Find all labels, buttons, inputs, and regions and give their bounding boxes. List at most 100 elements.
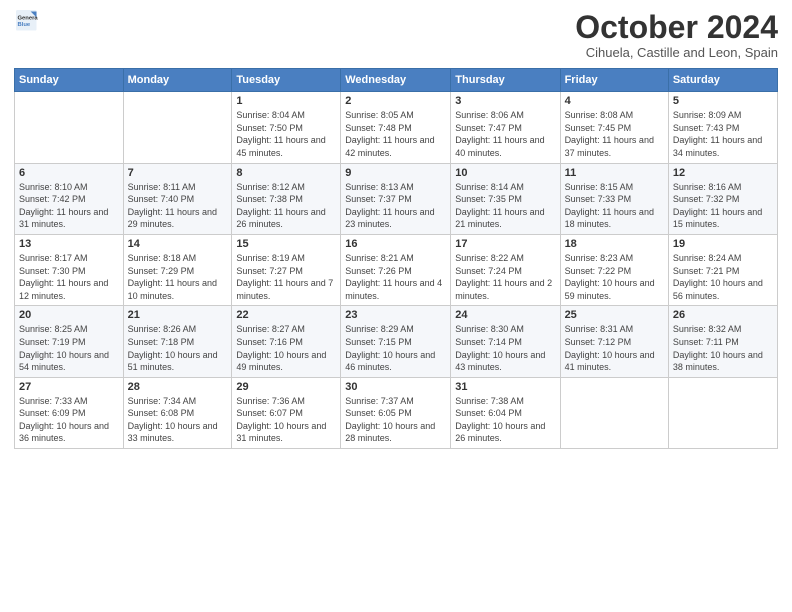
day-info: Sunrise: 8:11 AMSunset: 7:40 PMDaylight:… [128,181,228,231]
day-info: Sunrise: 8:09 AMSunset: 7:43 PMDaylight:… [673,109,773,159]
day-info: Sunrise: 8:29 AMSunset: 7:15 PMDaylight:… [345,323,446,373]
day-number: 27 [19,381,119,393]
calendar-cell: 30 Sunrise: 7:37 AMSunset: 6:05 PMDayligh… [341,377,451,448]
day-info: Sunrise: 8:25 AMSunset: 7:19 PMDaylight:… [19,323,119,373]
day-number: 12 [673,167,773,179]
day-number: 22 [236,309,336,321]
day-number: 31 [455,381,555,393]
day-number: 23 [345,309,446,321]
day-number: 10 [455,167,555,179]
weekday-header-saturday: Saturday [668,69,777,92]
weekday-header-tuesday: Tuesday [232,69,341,92]
day-number: 7 [128,167,228,179]
day-number: 28 [128,381,228,393]
weekday-header-thursday: Thursday [451,69,560,92]
calendar-cell [668,377,777,448]
day-info: Sunrise: 8:05 AMSunset: 7:48 PMDaylight:… [345,109,446,159]
location-subtitle: Cihuela, Castille and Leon, Spain [575,45,778,60]
day-info: Sunrise: 8:12 AMSunset: 7:38 PMDaylight:… [236,181,336,231]
svg-text:General: General [17,16,38,22]
calendar-cell: 22Sunrise: 8:27 AMSunset: 7:16 PMDayligh… [232,306,341,377]
day-info: Sunrise: 8:30 AMSunset: 7:14 PMDaylight:… [455,323,555,373]
day-info: Sunrise: 8:10 AMSunset: 7:42 PMDaylight:… [19,181,119,231]
day-info: Sunrise: 8:24 AMSunset: 7:21 PMDaylight:… [673,252,773,302]
day-info: Sunrise: 8:14 AMSunset: 7:35 PMDaylight:… [455,181,555,231]
calendar-cell: 16 Sunrise: 8:21 AMSunset: 7:26 PMDayligh… [341,234,451,305]
day-info: Sunrise: 7:38 AMSunset: 6:04 PMDaylight:… [455,395,555,445]
calendar-cell: 31 Sunrise: 7:38 AMSunset: 6:04 PMDayligh… [451,377,560,448]
weekday-header-sunday: Sunday [15,69,124,92]
day-number: 1 [236,95,336,107]
svg-text:Blue: Blue [17,22,30,28]
weekday-header-wednesday: Wednesday [341,69,451,92]
month-title: October 2024 [575,10,778,45]
calendar-cell: 19 Sunrise: 8:24 AMSunset: 7:21 PMDayligh… [668,234,777,305]
calendar-cell: 28 Sunrise: 7:34 AMSunset: 6:08 PMDayligh… [123,377,232,448]
day-number: 21 [128,309,228,321]
calendar-cell: 17Sunrise: 8:22 AMSunset: 7:24 PMDayligh… [451,234,560,305]
day-number: 2 [345,95,446,107]
title-block: October 2024 Cihuela, Castille and Leon,… [575,10,778,60]
day-number: 14 [128,238,228,250]
day-number: 18 [565,238,664,250]
calendar-cell: 20 Sunrise: 8:25 AMSunset: 7:19 PMDayligh… [15,306,124,377]
calendar-cell: 10 Sunrise: 8:14 AMSunset: 7:35 PMDayligh… [451,163,560,234]
day-number: 13 [19,238,119,250]
day-number: 30 [345,381,446,393]
day-number: 6 [19,167,119,179]
calendar-cell: 8 Sunrise: 8:12 AMSunset: 7:38 PMDaylight… [232,163,341,234]
day-info: Sunrise: 8:16 AMSunset: 7:32 PMDaylight:… [673,181,773,231]
day-info: Sunrise: 8:08 AMSunset: 7:45 PMDaylight:… [565,109,664,159]
calendar-table: SundayMondayTuesdayWednesdayThursdayFrid… [14,68,778,449]
day-number: 15 [236,238,336,250]
day-number: 19 [673,238,773,250]
day-info: Sunrise: 8:13 AMSunset: 7:37 PMDaylight:… [345,181,446,231]
day-info: Sunrise: 8:15 AMSunset: 7:33 PMDaylight:… [565,181,664,231]
day-number: 3 [455,95,555,107]
calendar-cell: 13 Sunrise: 8:17 AMSunset: 7:30 PMDayligh… [15,234,124,305]
weekday-header-monday: Monday [123,69,232,92]
day-number: 20 [19,309,119,321]
calendar-cell: 25 Sunrise: 8:31 AMSunset: 7:12 PMDayligh… [560,306,668,377]
calendar-cell: 29 Sunrise: 7:36 AMSunset: 6:07 PMDayligh… [232,377,341,448]
calendar-cell: 6 Sunrise: 8:10 AMSunset: 7:42 PMDaylight… [15,163,124,234]
day-info: Sunrise: 7:34 AMSunset: 6:08 PMDaylight:… [128,395,228,445]
calendar-cell [123,92,232,163]
day-number: 8 [236,167,336,179]
calendar-cell: 9 Sunrise: 8:13 AMSunset: 7:37 PMDaylight… [341,163,451,234]
calendar-cell [15,92,124,163]
calendar-cell: 12 Sunrise: 8:16 AMSunset: 7:32 PMDayligh… [668,163,777,234]
day-info: Sunrise: 8:32 AMSunset: 7:11 PMDaylight:… [673,323,773,373]
calendar-cell: 18Sunrise: 8:23 AMSunset: 7:22 PMDayligh… [560,234,668,305]
day-number: 11 [565,167,664,179]
day-number: 26 [673,309,773,321]
calendar-cell: 7 Sunrise: 8:11 AMSunset: 7:40 PMDaylight… [123,163,232,234]
day-info: Sunrise: 7:33 AMSunset: 6:09 PMDaylight:… [19,395,119,445]
calendar-cell: 26 Sunrise: 8:32 AMSunset: 7:11 PMDayligh… [668,306,777,377]
calendar-cell: 1 Sunrise: 8:04 AMSunset: 7:50 PMDaylight… [232,92,341,163]
calendar-cell: 21Sunrise: 8:26 AMSunset: 7:18 PMDayligh… [123,306,232,377]
calendar-cell: 3 Sunrise: 8:06 AMSunset: 7:47 PMDaylight… [451,92,560,163]
calendar-cell: 24 Sunrise: 8:30 AMSunset: 7:14 PMDayligh… [451,306,560,377]
calendar-cell: 5 Sunrise: 8:09 AMSunset: 7:43 PMDaylight… [668,92,777,163]
day-number: 25 [565,309,664,321]
day-info: Sunrise: 7:36 AMSunset: 6:07 PMDaylight:… [236,395,336,445]
day-number: 29 [236,381,336,393]
day-number: 24 [455,309,555,321]
calendar-cell: 4 Sunrise: 8:08 AMSunset: 7:45 PMDaylight… [560,92,668,163]
day-number: 5 [673,95,773,107]
calendar-cell: 15Sunrise: 8:19 AMSunset: 7:27 PMDayligh… [232,234,341,305]
day-info: Sunrise: 8:17 AMSunset: 7:30 PMDaylight:… [19,252,119,302]
day-info: Sunrise: 8:06 AMSunset: 7:47 PMDaylight:… [455,109,555,159]
day-info: Sunrise: 8:21 AMSunset: 7:26 PMDaylight:… [345,252,446,302]
day-info: Sunrise: 8:31 AMSunset: 7:12 PMDaylight:… [565,323,664,373]
day-info: Sunrise: 8:04 AMSunset: 7:50 PMDaylight:… [236,109,336,159]
calendar-cell [560,377,668,448]
day-number: 4 [565,95,664,107]
day-number: 17 [455,238,555,250]
day-number: 16 [345,238,446,250]
calendar-cell: 23 Sunrise: 8:29 AMSunset: 7:15 PMDayligh… [341,306,451,377]
logo: General Blue [14,10,38,37]
day-number: 9 [345,167,446,179]
day-info: Sunrise: 7:37 AMSunset: 6:05 PMDaylight:… [345,395,446,445]
